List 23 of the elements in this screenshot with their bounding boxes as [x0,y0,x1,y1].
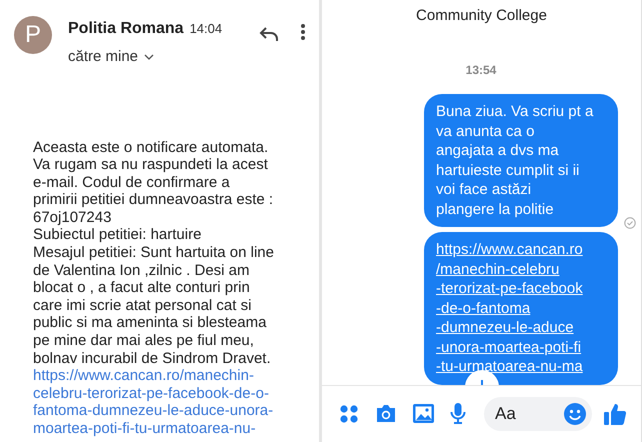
camera-icon[interactable] [375,404,397,423]
message-paragraph: Mesajul petitiei: Sunt hartuita on line de Valentina Ion ,zilnic . Desi am blocat o , a facut alte conturi prin care imi scrie atat personal cat si public si ma ameninta si blesteama pe mine dar mai ales pe fiul meu, bolnav incurabil de Sindrom Dravet. [33,244,275,368]
sender-name: Politia Romana [68,19,184,39]
message-bubble[interactable]: Buna ziua. Va scriu pt a va anunta ca o angajata a dvs ma hartuieste cumplit si ii voi face astăzi plangere la politie [424,94,618,227]
image-icon[interactable] [413,404,434,423]
thumbs-up-icon[interactable] [604,402,626,424]
message-input[interactable]: Aa [495,400,555,426]
message-paragraph: Aceasta este o notificare automata. Va rugam sa nu raspundeti la acest e-mail. Codul de confirmare a primirii petitiei dumneavoastra este : 67oj107243 [33,138,274,226]
reply-icon[interactable] [259,26,279,42]
message-bubble[interactable]: https://www.cancan.ro /manechin-celebru -terorizat-pe-facebook -de-o-fantoma -dumnezeu-le-aduce -unora-moartea-poti-fi -tu-urmatoarea-nu-ma [424,232,618,384]
article-link[interactable]: https://www.cancan.ro/manechin- celebru-terorizat-pe-facebook-de-o- fantoma-dumnezeu-le-aduce-unora- moartea-poti-fi-tu-urmatoarea-nu- [33,367,319,438]
more-options-icon[interactable] [301,24,305,40]
email-time: 14:04 [190,20,222,38]
emoji-icon[interactable] [564,402,586,424]
recipient-label: către mine [68,47,138,67]
microphone-icon[interactable] [450,403,466,424]
message-paragraph: Subiectul petitiei: hartuire [33,226,202,244]
timestamp: 13:54 [464,62,498,79]
apps-icon[interactable] [339,404,359,424]
message-field[interactable]: Aa [484,396,592,430]
chat-title: Community College [415,6,548,24]
sender-avatar: P [14,16,52,54]
chevron-down-icon[interactable] [144,54,154,60]
